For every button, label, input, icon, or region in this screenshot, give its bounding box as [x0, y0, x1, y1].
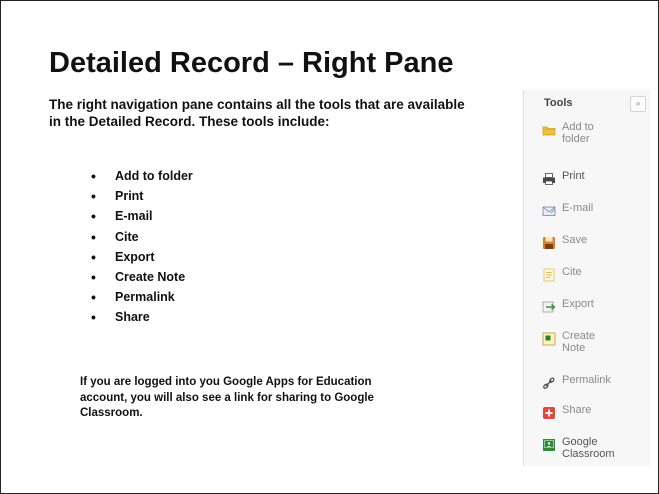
folder-icon — [542, 126, 556, 136]
slide: Detailed Record – Right Pane The right n… — [0, 0, 659, 494]
tools-heading: Tools — [544, 97, 573, 109]
note-icon — [542, 332, 556, 346]
tool-label: Google Classroom — [562, 436, 615, 460]
tool-label: E-mail — [562, 202, 594, 214]
tool-label: Cite — [562, 266, 582, 278]
tool-label: Share — [562, 404, 592, 416]
collapse-pane-button[interactable]: » — [630, 96, 646, 112]
google-classroom-icon — [543, 439, 555, 451]
outro-text: If you are logged into you Google Apps f… — [80, 376, 374, 419]
cite-icon — [543, 268, 555, 282]
tool-label: Permalink — [562, 374, 611, 386]
tools-bullet-list: • Add to folder • Print • E-mail • Cite • Exp… — [91, 166, 193, 328]
bullet-item: • Permalink — [91, 289, 175, 306]
link-icon — [543, 377, 555, 389]
bullet-item: • Create Note — [91, 269, 186, 286]
bullet-item: • E-mail — [91, 208, 153, 225]
bullet-item: • Print — [91, 188, 144, 205]
tools-panel: Tools » Add to folder Print E-mail Save … — [523, 90, 650, 466]
printer-icon — [543, 173, 555, 185]
bullet-item: • Cite — [91, 228, 139, 245]
tool-label: Save — [562, 234, 588, 246]
tool-label: Create Note — [562, 330, 596, 354]
bullet-item: • Share — [91, 309, 150, 326]
share-icon — [543, 407, 555, 419]
tool-label: Export — [562, 298, 594, 310]
intro-text: The right navigation pane contains all t… — [49, 97, 465, 129]
slide-title: Detailed Record – Right Pane — [49, 47, 454, 79]
export-icon — [542, 301, 556, 313]
tool-label: Print — [562, 170, 585, 182]
email-icon — [542, 206, 556, 216]
save-icon — [543, 237, 555, 249]
bullet-item: • Add to folder — [91, 168, 193, 184]
bullet-item: • Export — [91, 248, 155, 265]
tool-label: Add to folder — [562, 121, 594, 145]
